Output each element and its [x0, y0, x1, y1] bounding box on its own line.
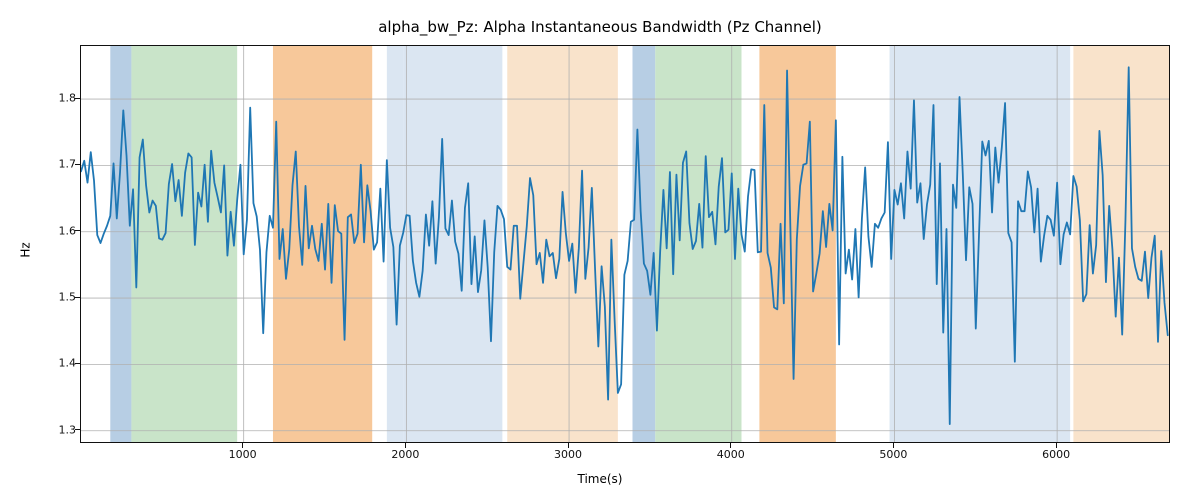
x-tick-label: 6000 [1042, 448, 1070, 461]
plot-area [80, 45, 1170, 443]
x-tick-label: 2000 [391, 448, 419, 461]
band [403, 46, 502, 443]
x-tick-label: 3000 [554, 448, 582, 461]
band [633, 46, 656, 443]
band [507, 46, 618, 443]
x-tick-label: 1000 [229, 448, 257, 461]
y-tick-label: 1.8 [48, 92, 76, 105]
figure: alpha_bw_Pz: Alpha Instantaneous Bandwid… [0, 0, 1200, 500]
y-tick-label: 1.5 [48, 291, 76, 304]
band [110, 46, 131, 443]
band [759, 46, 835, 443]
y-axis-label: Hz [18, 0, 33, 500]
x-tick-label: 4000 [717, 448, 745, 461]
band [655, 46, 741, 443]
chart-title: alpha_bw_Pz: Alpha Instantaneous Bandwid… [0, 18, 1200, 36]
y-tick-label: 1.6 [48, 224, 76, 237]
band [131, 46, 237, 443]
plot-svg [81, 46, 1170, 443]
y-tick-label: 1.4 [48, 357, 76, 370]
x-axis-label: Time(s) [0, 472, 1200, 486]
y-tick-label: 1.3 [48, 423, 76, 436]
x-tick-label: 5000 [879, 448, 907, 461]
y-tick-label: 1.7 [48, 158, 76, 171]
